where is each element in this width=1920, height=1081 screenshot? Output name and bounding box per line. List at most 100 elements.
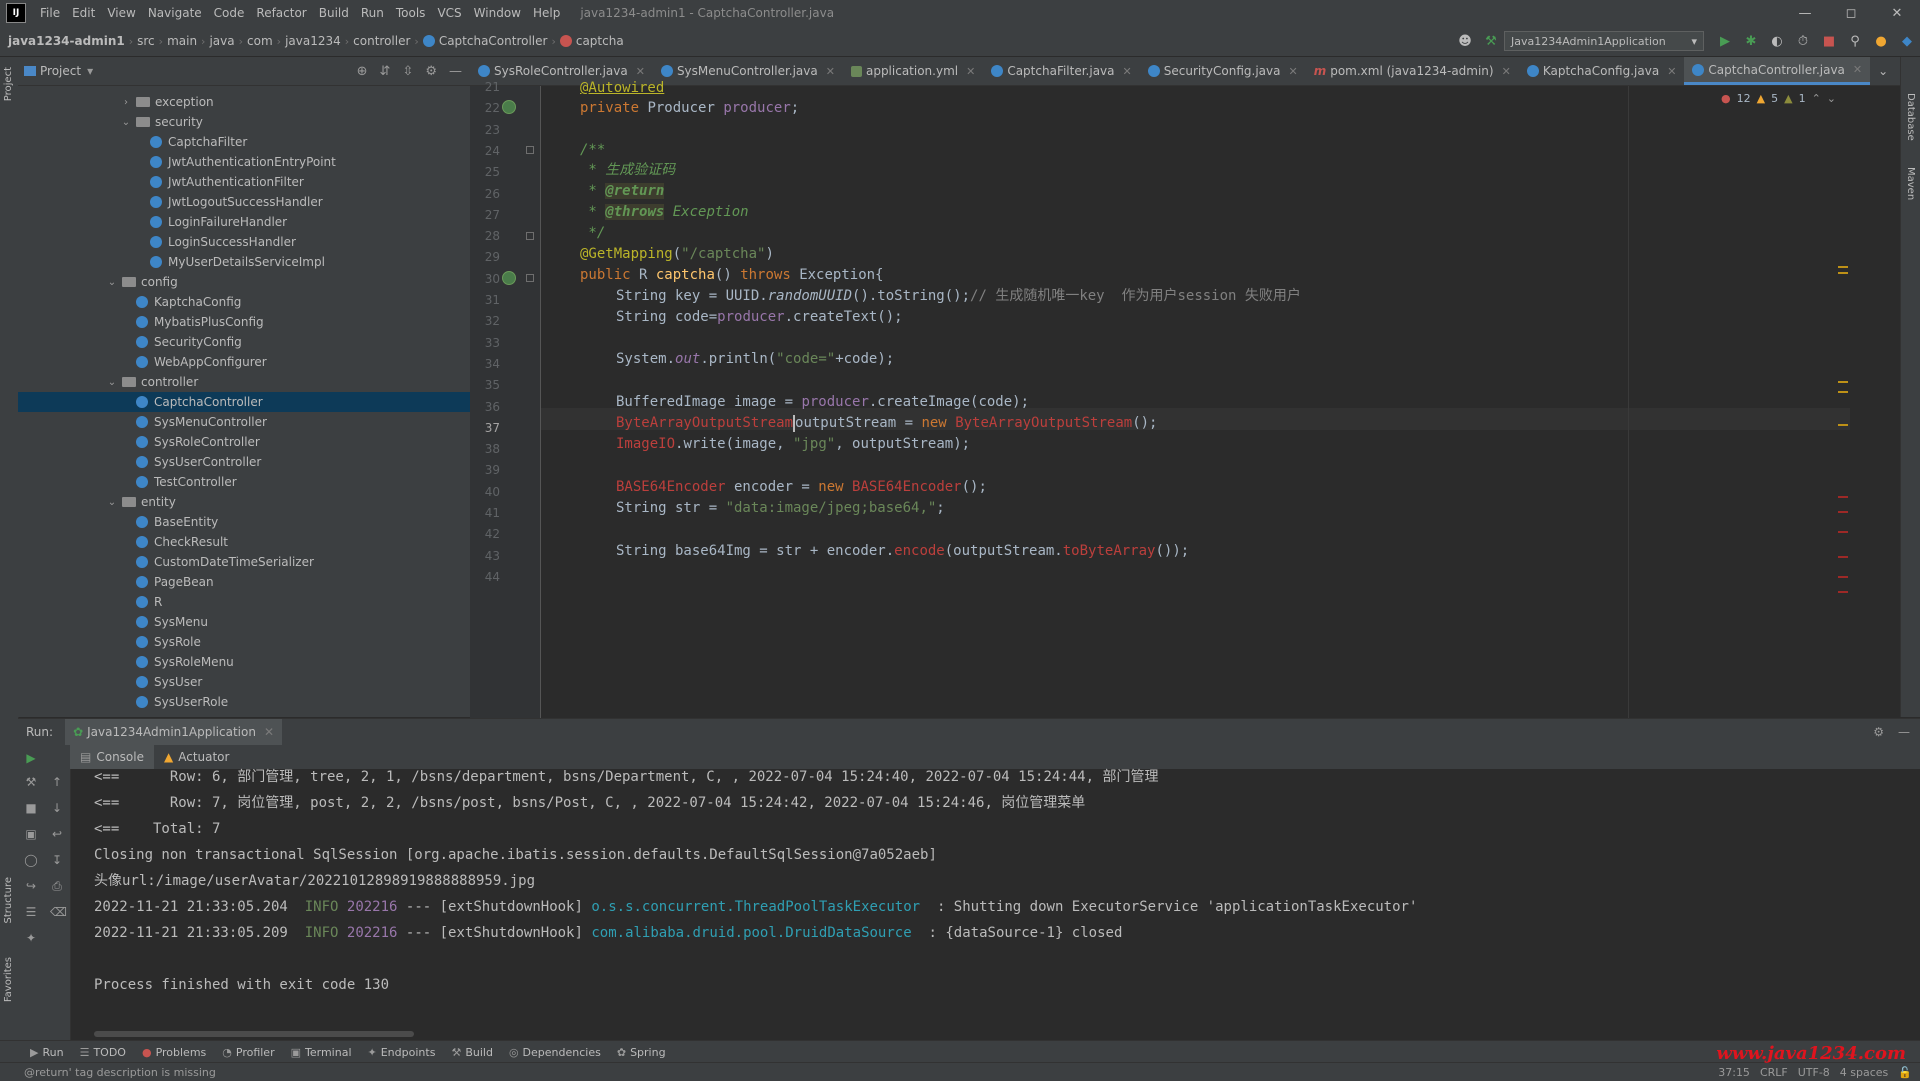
- jetbrains-icon[interactable]: ◆: [1895, 29, 1919, 53]
- log-logger[interactable]: o.s.s.concurrent.ThreadPoolTaskExecutor: [591, 899, 920, 915]
- exit-icon[interactable]: ↪: [24, 879, 38, 893]
- tree-item-sysmenucontroller[interactable]: SysMenuController: [18, 412, 470, 432]
- breadcrumb-method[interactable]: captcha: [556, 34, 628, 48]
- minimize-button[interactable]: —: [1782, 0, 1828, 26]
- camera-icon[interactable]: ▣: [24, 827, 38, 841]
- run-configuration-select[interactable]: Java1234Admin1Application ▾: [1504, 31, 1704, 51]
- error-mark[interactable]: [1838, 556, 1848, 558]
- menu-vcs[interactable]: VCS: [431, 6, 467, 20]
- breadcrumb-class[interactable]: CaptchaController: [419, 34, 552, 48]
- tool-button-spring[interactable]: ✿ Spring: [609, 1046, 674, 1059]
- menu-window[interactable]: Window: [468, 6, 527, 20]
- close-icon[interactable]: ✕: [1502, 65, 1511, 78]
- line-number[interactable]: 24: [470, 144, 500, 158]
- breadcrumb-main[interactable]: main: [163, 34, 201, 48]
- caret-position[interactable]: 37:15: [1718, 1066, 1750, 1079]
- tree-item-captchacontroller[interactable]: CaptchaController: [18, 392, 470, 412]
- close-icon[interactable]: ✕: [1853, 63, 1862, 76]
- tree-item-customdatetimeserializer[interactable]: CustomDateTimeSerializer: [18, 552, 470, 572]
- chevron-down-icon[interactable]: ⌄: [106, 377, 118, 388]
- breadcrumb-java1234[interactable]: java1234: [281, 34, 345, 48]
- project-tool-button[interactable]: Project: [3, 67, 14, 101]
- tree-item-sysuser[interactable]: SysUser: [18, 672, 470, 692]
- line-number[interactable]: 27: [470, 208, 500, 222]
- wrench-icon[interactable]: ⚒: [24, 775, 38, 789]
- menu-build[interactable]: Build: [313, 6, 355, 20]
- arrow-down-icon[interactable]: ↓: [50, 801, 64, 815]
- search-icon[interactable]: ⚲: [1843, 29, 1867, 53]
- arrow-up-icon[interactable]: ↑: [50, 775, 64, 789]
- editor-tab[interactable]: SecurityConfig.java ✕: [1140, 57, 1306, 85]
- chevron-right-icon[interactable]: ›: [120, 97, 132, 108]
- tree-item-security[interactable]: ⌄ security: [18, 112, 470, 132]
- tool-button-profiler[interactable]: ◔ Profiler: [214, 1046, 282, 1059]
- gear-icon[interactable]: ⚙: [1873, 725, 1884, 739]
- menu-view[interactable]: View: [101, 6, 141, 20]
- tree-item-exception[interactable]: › exception: [18, 92, 470, 112]
- maximize-button[interactable]: ◻: [1828, 0, 1874, 26]
- hide-icon[interactable]: —: [1898, 725, 1910, 739]
- line-number[interactable]: 25: [470, 165, 500, 179]
- tree-item-checkresult[interactable]: CheckResult: [18, 532, 470, 552]
- tree-item-mybatisplusconfig[interactable]: MybatisPlusConfig: [18, 312, 470, 332]
- maven-tool-button[interactable]: Maven: [1905, 167, 1916, 200]
- line-number[interactable]: 44: [470, 570, 500, 584]
- tool-button-todo[interactable]: ☰ TODO: [72, 1046, 134, 1059]
- fold-marker-icon[interactable]: [526, 232, 534, 240]
- project-panel-title[interactable]: Project: [40, 64, 81, 78]
- tree-item-loginfailurehandler[interactable]: LoginFailureHandler: [18, 212, 470, 232]
- run-icon[interactable]: ▶: [1713, 29, 1737, 53]
- inspection-widget[interactable]: ● 12 ▲ 5 ▲ 1 ⌃ ⌄: [1715, 92, 1836, 105]
- error-mark[interactable]: [1838, 591, 1848, 593]
- gear-icon[interactable]: ⚙: [425, 64, 437, 79]
- tree-item-captchafilter[interactable]: CaptchaFilter: [18, 132, 470, 152]
- error-mark[interactable]: [1838, 531, 1848, 533]
- tree-item-sysusercontroller[interactable]: SysUserController: [18, 452, 470, 472]
- breadcrumb-src[interactable]: src: [133, 34, 159, 48]
- print-icon[interactable]: ⎙: [50, 879, 64, 893]
- editor-tab[interactable]: application.yml ✕: [843, 57, 983, 85]
- editor-tab[interactable]: KaptchaConfig.java ✕: [1519, 57, 1685, 85]
- tool-button-build[interactable]: ⚒ Build: [443, 1046, 501, 1059]
- collapse-all-icon[interactable]: ⇳: [402, 64, 413, 79]
- bean-icon[interactable]: [502, 100, 516, 114]
- menu-code[interactable]: Code: [208, 6, 251, 20]
- warning-mark[interactable]: [1838, 266, 1848, 268]
- tool-button-endpoints[interactable]: ✦ Endpoints: [360, 1046, 444, 1059]
- stop-icon[interactable]: ■: [1817, 29, 1841, 53]
- close-icon[interactable]: ✕: [1288, 65, 1297, 78]
- editor-tab[interactable]: SysMenuController.java ✕: [653, 57, 843, 85]
- scroll-to-end-icon[interactable]: ↧: [50, 853, 64, 867]
- chevron-down-icon[interactable]: ▾: [87, 64, 93, 78]
- line-number[interactable]: 22: [470, 101, 500, 115]
- menu-edit[interactable]: Edit: [66, 6, 101, 20]
- line-number[interactable]: 26: [470, 187, 500, 201]
- hide-icon[interactable]: —: [449, 64, 462, 79]
- chevron-down-icon[interactable]: ⌄: [106, 277, 118, 288]
- coverage-icon[interactable]: ◐: [1765, 29, 1789, 53]
- tree-item-kaptchaconfig[interactable]: KaptchaConfig: [18, 292, 470, 312]
- stop-icon[interactable]: ■: [24, 801, 38, 815]
- favorites-tool-button[interactable]: Favorites: [3, 957, 14, 1002]
- run-tab[interactable]: ✿ Java1234Admin1Application ✕: [65, 719, 283, 745]
- fold-marker-icon[interactable]: [526, 274, 534, 282]
- chevron-down-icon[interactable]: ⌄: [106, 497, 118, 508]
- lock-icon[interactable]: 🔓: [1898, 1066, 1912, 1079]
- error-mark[interactable]: [1838, 576, 1848, 578]
- indent-setting[interactable]: 4 spaces: [1840, 1066, 1889, 1079]
- editor-tab[interactable]: m pom.xml (java1234-admin) ✕: [1306, 57, 1519, 85]
- tree-item-loginsuccesshandler[interactable]: LoginSuccessHandler: [18, 232, 470, 252]
- line-number[interactable]: 43: [470, 549, 500, 563]
- console-horizontal-scrollbar[interactable]: [94, 1031, 414, 1037]
- editor-tab[interactable]: CaptchaController.java ✕: [1684, 57, 1871, 85]
- tool-button-dependencies[interactable]: ◎ Dependencies: [501, 1046, 609, 1059]
- tabs-overflow-icon[interactable]: ⌄: [1870, 57, 1896, 85]
- chevron-down-icon[interactable]: ⌄: [1827, 92, 1836, 105]
- tree-item-sysmenu[interactable]: SysMenu: [18, 612, 470, 632]
- error-mark[interactable]: [1838, 511, 1848, 513]
- menu-refactor[interactable]: Refactor: [250, 6, 312, 20]
- tree-item-entity[interactable]: ⌄ entity: [18, 492, 470, 512]
- line-number[interactable]: 39: [470, 463, 500, 477]
- close-icon[interactable]: ✕: [826, 65, 835, 78]
- menu-file[interactable]: File: [34, 6, 66, 20]
